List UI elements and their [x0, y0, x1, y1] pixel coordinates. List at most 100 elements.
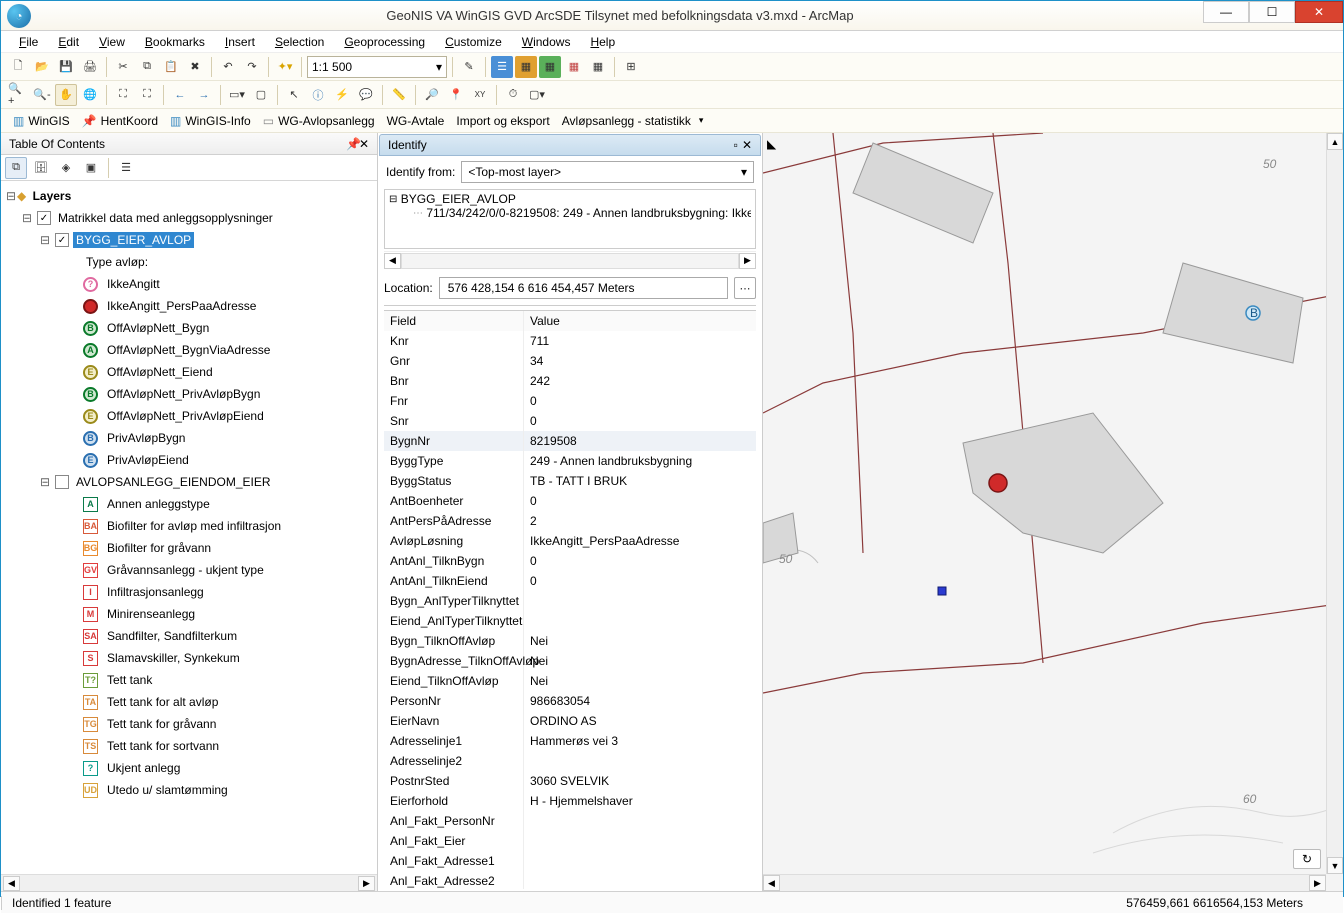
maximize-button[interactable]: ☐ [1249, 1, 1295, 23]
clear-selection-icon[interactable]: ▢ [250, 84, 272, 106]
toc-symbol-row[interactable]: AOffAvløpNett_BygnViaAdresse [3, 339, 375, 361]
toc-h-scrollbar[interactable]: ◀▶ [1, 874, 377, 891]
menu-windows[interactable]: Windows [514, 33, 579, 51]
menu-bookmarks[interactable]: Bookmarks [137, 33, 213, 51]
menu-geoprocessing[interactable]: Geoprocessing [336, 33, 433, 51]
list-by-source-icon[interactable]: 🗄 [30, 157, 52, 179]
toc-symbol-row[interactable]: SASandfilter, Sandfilterkum [3, 625, 375, 647]
attribute-row[interactable]: Bygn_AnlTyperTilknyttet [384, 591, 756, 611]
toc-symbol-row[interactable]: UDUtedo u/ slamtømming [3, 779, 375, 801]
redo-icon[interactable]: ↷ [241, 56, 263, 78]
attribute-row[interactable]: Snr0 [384, 411, 756, 431]
menu-selection[interactable]: Selection [267, 33, 332, 51]
attribute-row[interactable]: EierforholdH - Hjemmelshaver [384, 791, 756, 811]
attribute-row[interactable]: Adresselinje2 [384, 751, 756, 771]
attribute-row[interactable]: Bygn_TilknOffAvløpNei [384, 631, 756, 651]
pin-icon[interactable]: 📌 [346, 137, 357, 151]
toc-symbol-row[interactable]: BOffAvløpNett_PrivAvløpBygn [3, 383, 375, 405]
list-by-drawing-order-icon[interactable]: ⧉ [5, 157, 27, 179]
wg-avtale-button[interactable]: WG-Avtale [383, 114, 449, 128]
goto-xy-icon[interactable]: XY [469, 84, 491, 106]
list-by-visibility-icon[interactable]: ◈ [55, 157, 77, 179]
avlop-stat-button[interactable]: Avløpsanlegg - statistikk [558, 114, 695, 128]
toc-symbol-row[interactable]: IkkeAngitt_PersPaaAdresse [3, 295, 375, 317]
identify-icon[interactable]: ⓘ [307, 84, 329, 106]
attribute-row[interactable]: AntPersPåAdresse2 [384, 511, 756, 531]
forward-icon[interactable]: → [193, 84, 215, 106]
undo-icon[interactable]: ↶ [217, 56, 239, 78]
measure-icon[interactable]: 📏 [388, 84, 410, 106]
print-icon[interactable]: 🖨 [79, 56, 101, 78]
menu-help[interactable]: Help [582, 33, 623, 51]
attribute-row[interactable]: Anl_Fakt_Adresse2 [384, 871, 756, 889]
attribute-row[interactable]: ByggType249 - Annen landbruksbygning [384, 451, 756, 471]
catalog-icon[interactable]: ▦ [515, 56, 537, 78]
html-popup-icon[interactable]: 💬 [355, 84, 377, 106]
toc-symbol-row[interactable]: BOffAvløpNett_Bygn [3, 317, 375, 339]
identify-attributes-table[interactable]: Field Value Knr711Gnr34Bnr242Fnr0Snr0Byg… [384, 310, 756, 889]
create-viewer-icon[interactable]: ▢▾ [526, 84, 548, 106]
location-flash-icon[interactable]: ⋯ [734, 277, 756, 299]
toc-symbol-row[interactable]: IInfiltrasjonsanlegg [3, 581, 375, 603]
pan-icon[interactable]: ✋ [55, 84, 77, 106]
find-icon[interactable]: 🔎 [421, 84, 443, 106]
identify-dock-icon[interactable]: ▫ [734, 138, 738, 152]
toc-symbol-row[interactable]: EPrivAvløpEiend [3, 449, 375, 471]
copy-icon[interactable]: ⧉ [136, 56, 158, 78]
wingis-button[interactable]: ▥WinGIS [9, 114, 74, 128]
toc-symbol-row[interactable]: BGBiofilter for gråvann [3, 537, 375, 559]
new-icon[interactable]: 🗋 [7, 56, 29, 78]
identify-close-icon[interactable]: ✕ [742, 138, 752, 152]
attribute-row[interactable]: PostnrSted3060 SVELVIK [384, 771, 756, 791]
identify-tree[interactable]: ⊟ BYGG_EIER_AVLOP ⋯ 711/34/242/0/0-82195… [384, 189, 756, 249]
toc-symbol-row[interactable]: ?IkkeAngitt [3, 273, 375, 295]
toolbar-options-icon[interactable]: ▾ [699, 115, 704, 126]
toc-symbol-row[interactable]: TSTett tank for sortvann [3, 735, 375, 757]
attribute-row[interactable]: Adresselinje1Hammerøs vei 3 [384, 731, 756, 751]
map-v-scrollbar[interactable]: ▲▼ [1326, 133, 1343, 874]
layer-avlopsanlegg[interactable]: AVLOPSANLEGG_EIENDOM_EIER [73, 474, 274, 490]
minimize-button[interactable]: — [1203, 1, 1249, 23]
attribute-row[interactable]: EierNavnORDINO AS [384, 711, 756, 731]
fixed-zoom-in-icon[interactable]: ⛶ [112, 84, 134, 106]
attribute-row[interactable]: Gnr34 [384, 351, 756, 371]
fixed-zoom-out-icon[interactable]: ⛶ [136, 84, 158, 106]
full-extent-icon[interactable]: 🌐 [79, 84, 101, 106]
python-icon[interactable]: ▦ [587, 56, 609, 78]
attribute-row[interactable]: AntAnl_TilknEiend0 [384, 571, 756, 591]
toc-symbol-row[interactable]: TGTett tank for gråvann [3, 713, 375, 735]
zoom-out-icon[interactable]: 🔍- [31, 84, 53, 106]
attribute-row[interactable]: Fnr0 [384, 391, 756, 411]
toc-symbol-row[interactable]: T?Tett tank [3, 669, 375, 691]
close-button[interactable]: ✕ [1295, 1, 1343, 23]
import-eksport-button[interactable]: Import og eksport [452, 114, 553, 128]
attribute-row[interactable]: AvløpLøsningIkkeAngitt_PersPaaAdresse [384, 531, 756, 551]
attribute-row[interactable]: Anl_Fakt_Adresse1 [384, 851, 756, 871]
toc-symbol-row[interactable]: BABiofilter for avløp med infiltrasjon [3, 515, 375, 537]
attribute-row[interactable]: PersonNr986683054 [384, 691, 756, 711]
identify-from-select[interactable]: <Top-most layer>▾ [461, 161, 754, 183]
open-icon[interactable]: 📂 [31, 56, 53, 78]
layer-bygg-eier-avlop[interactable]: BYGG_EIER_AVLOP [73, 232, 194, 248]
toc-close-icon[interactable]: ✕ [359, 137, 369, 151]
toc-symbol-row[interactable]: AAnnen anleggstype [3, 493, 375, 515]
wg-avlop-button[interactable]: ▭WG-Avlopsanlegg [259, 114, 379, 128]
attribute-row[interactable]: AntBoenheter0 [384, 491, 756, 511]
toc-symbol-row[interactable]: SSlamavskiller, Synkekum [3, 647, 375, 669]
attribute-row[interactable]: Eiend_AnlTyperTilknyttet [384, 611, 756, 631]
scale-select[interactable]: 1:1 500▾ [307, 56, 447, 78]
pointer-icon[interactable]: ↖ [283, 84, 305, 106]
save-icon[interactable]: 💾 [55, 56, 77, 78]
delete-icon[interactable]: ✖ [184, 56, 206, 78]
select-features-icon[interactable]: ▭▾ [226, 84, 248, 106]
toc-symbol-row[interactable]: BPrivAvløpBygn [3, 427, 375, 449]
list-by-selection-icon[interactable]: ▣ [80, 157, 102, 179]
toc-icon[interactable]: ☰ [491, 56, 513, 78]
time-slider-icon[interactable]: ⏱ [502, 84, 524, 106]
search-window-icon[interactable]: ▦ [539, 56, 561, 78]
toc-symbol-row[interactable]: TATett tank for alt avløp [3, 691, 375, 713]
attribute-row[interactable]: Eiend_TilknOffAvløpNei [384, 671, 756, 691]
map-canvas[interactable]: B 50 50 60 ↻ ◣ ▲▼ ◀▶ [763, 133, 1343, 891]
zoom-in-icon[interactable]: 🔍+ [7, 84, 29, 106]
toc-tree[interactable]: ⊟◆ Layers ⊟✓Matrikkel data med anleggsop… [1, 181, 377, 874]
